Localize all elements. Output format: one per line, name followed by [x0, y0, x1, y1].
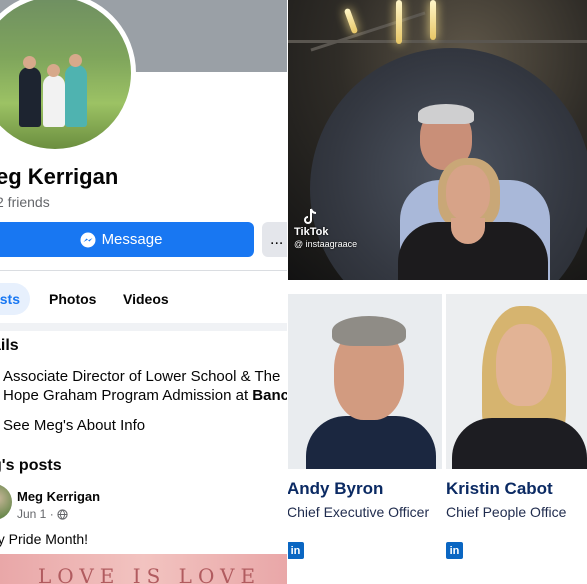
exec-photo-andy: [288, 294, 442, 469]
avatar-figure: [19, 67, 41, 127]
post-author-avatar[interactable]: [0, 484, 12, 520]
post-author-name[interactable]: Meg Kerrigan: [17, 489, 100, 504]
message-button[interactable]: Message: [0, 222, 254, 257]
workplace-detail: Associate Director of Lower School & The…: [3, 367, 287, 405]
linkedin-icon[interactable]: in: [446, 542, 463, 559]
avatar-figure-head: [23, 56, 36, 69]
avatar-figure: [65, 65, 87, 127]
tiktok-watermark: TikTok @ instaagraace: [294, 208, 357, 250]
post-text: py Pride Month!: [0, 531, 89, 547]
tiktok-handle: @ instaagraace: [294, 239, 358, 249]
profile-avatar[interactable]: [0, 0, 136, 154]
avatar-figure-head: [47, 64, 60, 77]
exec-shirt: [306, 416, 436, 469]
message-button-label: Message: [101, 231, 163, 248]
post-image[interactable]: LOVE IS LOVE: [0, 554, 287, 584]
divider: [0, 270, 287, 271]
exec-shirt: [452, 418, 587, 469]
stage-light: [430, 0, 436, 40]
exec-name-andy: Andy Byron: [288, 479, 384, 498]
post-meta: Jun 1 ·: [17, 507, 68, 521]
person-man-hair: [418, 104, 474, 124]
tiktok-brand: TikTok: [294, 226, 329, 238]
exec-title-kristin: Chief People Office: [446, 504, 567, 520]
stage-light: [396, 0, 402, 44]
globe-icon: [57, 508, 68, 520]
linkedin-icon[interactable]: in: [288, 542, 304, 559]
executive-cards: Andy Byron Chief Executive Officer in Kr…: [288, 288, 587, 584]
avatar-figure-head: [69, 54, 82, 67]
tab-posts[interactable]: sts: [0, 283, 30, 315]
employer-link[interactable]: Banc: [252, 387, 287, 404]
exec-photo-kristin: [446, 294, 587, 469]
exec-name-kristin: Kristin Cabot: [446, 479, 553, 498]
stage-truss: [310, 11, 426, 52]
about-info-link[interactable]: See Meg's About Info: [3, 417, 145, 434]
messenger-icon: [80, 232, 96, 247]
post-date[interactable]: Jun 1 ·: [17, 507, 54, 521]
tiktok-icon: [304, 208, 317, 224]
more-options-button[interactable]: ...: [262, 222, 287, 257]
post-image-text: LOVE IS LOVE: [38, 564, 262, 584]
facebook-profile-panel: eg Kerrigan 2 friends Message ... sts Ph…: [0, 0, 287, 584]
friends-count[interactable]: 2 friends: [0, 194, 50, 210]
tab-videos[interactable]: Videos: [123, 283, 169, 315]
detail-line1: Associate Director of Lower School & The: [3, 368, 281, 385]
person-woman-head: [446, 165, 490, 221]
details-heading: ails: [0, 337, 19, 354]
exec-title-andy: Chief Executive Officer: [288, 504, 430, 520]
stage-light: [343, 7, 359, 35]
posts-heading: g's posts: [0, 457, 62, 474]
concert-photo: TikTok @ instaagraace: [288, 0, 587, 280]
profile-name: eg Kerrigan: [0, 164, 119, 189]
detail-line2: Hope Graham Program Admission at: [3, 387, 253, 404]
exec-face: [496, 324, 552, 406]
exec-hair: [332, 316, 406, 346]
section-divider: [0, 323, 287, 331]
tab-photos[interactable]: Photos: [49, 283, 96, 315]
avatar-figure: [43, 75, 65, 127]
